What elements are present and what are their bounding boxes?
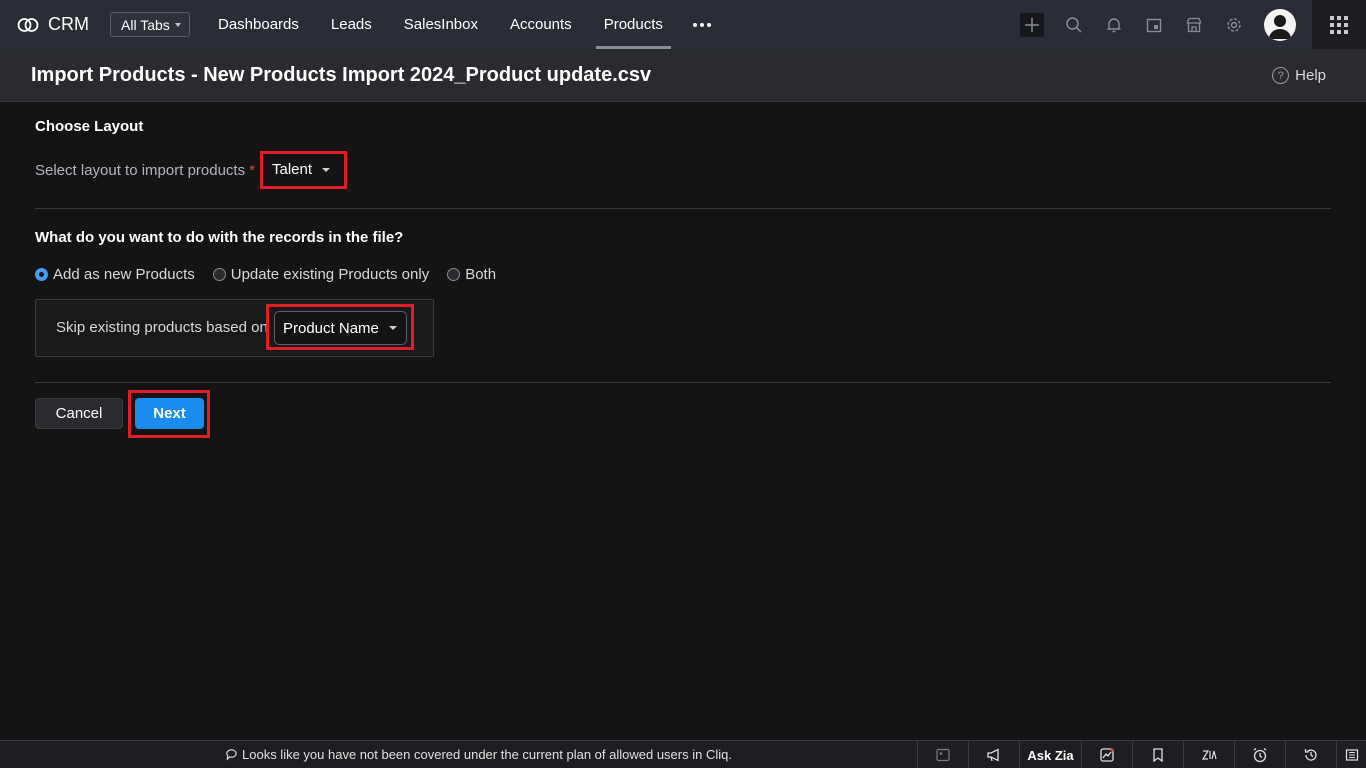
chevron-down-icon	[322, 167, 331, 172]
radio-both-label: Both	[465, 266, 497, 283]
zia-icon[interactable]	[1183, 741, 1234, 768]
radio-both[interactable]: Both	[447, 266, 496, 283]
cliq-notice: Looks like you have not been covered und…	[225, 747, 732, 762]
nav-tab-products[interactable]: Products	[588, 0, 679, 49]
crm-logo-icon	[17, 17, 39, 32]
app-name: CRM	[48, 14, 89, 34]
page-title: Import Products - New Products Import 20…	[31, 64, 652, 86]
chart-icon[interactable]	[1081, 741, 1132, 768]
radio-button-checked[interactable]	[35, 268, 48, 281]
radio-update-existing[interactable]: Update existing Products only	[212, 266, 430, 283]
nav-tab-dashboards[interactable]: Dashboards	[202, 0, 315, 49]
top-nav-bar: CRM All Tabs Dashboards Leads SalesInbox…	[0, 0, 1366, 49]
store-icon[interactable]	[1184, 15, 1204, 35]
bottom-status-bar: Looks like you have not been covered und…	[0, 740, 1366, 768]
radio-add-new-label: Add as new Products	[53, 266, 195, 283]
nav-tab-accounts[interactable]: Accounts	[494, 0, 588, 49]
radio-button[interactable]	[212, 268, 226, 281]
search-icon[interactable]	[1064, 15, 1084, 35]
chat-image-icon[interactable]	[917, 741, 968, 768]
help-label: Help	[1295, 67, 1326, 84]
megaphone-icon[interactable]	[968, 741, 1019, 768]
bottom-toolbar: Ask Zia	[917, 741, 1366, 768]
chevron-down-icon	[175, 22, 181, 27]
radio-button[interactable]	[447, 268, 461, 281]
question-circle-icon: ?	[1272, 67, 1290, 84]
layout-select-value: Talent	[272, 161, 313, 178]
more-tabs-icon[interactable]	[679, 0, 725, 49]
nav-tab-leads[interactable]: Leads	[315, 0, 388, 49]
skip-field-highlight	[266, 304, 414, 350]
required-mark: *	[249, 162, 256, 179]
section-divider	[35, 382, 1331, 383]
calendar-icon[interactable]	[1144, 15, 1164, 35]
choose-layout-heading: Choose Layout	[35, 118, 144, 135]
avatar[interactable]	[1264, 8, 1296, 41]
plus-icon[interactable]	[1020, 12, 1044, 37]
sidebar-icon[interactable]	[1336, 741, 1366, 768]
radio-update-existing-label: Update existing Products only	[230, 266, 430, 283]
crm-logo[interactable]: CRM	[16, 13, 89, 37]
all-tabs-label: All Tabs	[121, 16, 170, 33]
page-header: Import Products - New Products Import 20…	[0, 49, 1366, 102]
alarm-icon[interactable]	[1234, 741, 1285, 768]
main-nav: Dashboards Leads SalesInbox Accounts Pro…	[202, 0, 725, 49]
history-icon[interactable]	[1285, 741, 1336, 768]
records-action-radio-group: Add as new Products Update existing Prod…	[35, 266, 514, 283]
records-action-heading: What do you want to do with the records …	[35, 229, 404, 246]
next-button-highlight	[128, 390, 210, 438]
top-right-tools	[1020, 0, 1366, 49]
cancel-button[interactable]: Cancel	[35, 398, 123, 429]
cliq-notice-text: Looks like you have not been covered und…	[242, 747, 732, 762]
nav-tab-salesinbox[interactable]: SalesInbox	[388, 0, 494, 49]
all-tabs-dropdown[interactable]: All Tabs	[110, 12, 190, 37]
ask-zia-button[interactable]: Ask Zia	[1019, 741, 1081, 768]
skip-existing-label: Skip existing products based on	[56, 319, 268, 336]
bookmark-icon[interactable]	[1132, 741, 1183, 768]
chat-bubble-icon	[226, 749, 237, 761]
layout-field-label-text: Select layout to import products	[35, 162, 246, 179]
layout-select[interactable]: Talent	[272, 161, 331, 178]
bell-icon[interactable]	[1104, 15, 1124, 35]
apps-grid-icon[interactable]	[1312, 0, 1366, 49]
section-divider	[35, 208, 1331, 209]
gear-icon[interactable]	[1224, 15, 1244, 35]
layout-field-label: Select layout to import products *	[35, 162, 255, 179]
radio-add-new[interactable]: Add as new Products	[35, 266, 195, 283]
help-link[interactable]: ? Help	[1272, 67, 1326, 84]
